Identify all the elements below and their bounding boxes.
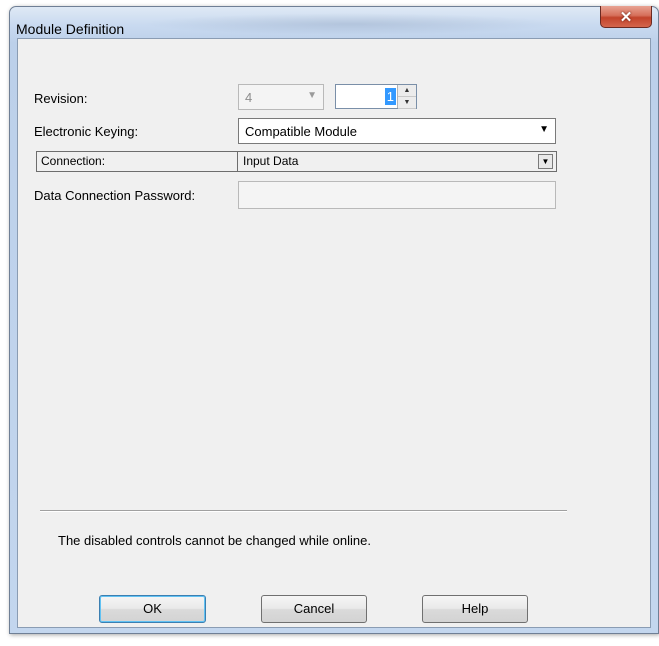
connection-value[interactable]: Input Data — [243, 154, 298, 168]
keying-value: Compatible Module — [245, 124, 358, 139]
connection-label: Connection: — [41, 154, 106, 168]
cancel-button[interactable]: Cancel — [261, 595, 367, 623]
revision-major-value: 4 — [245, 90, 253, 105]
connection-row[interactable]: Connection: Input Data ▼ — [36, 151, 557, 172]
column-divider — [237, 152, 238, 171]
keying-label: Electronic Keying: — [34, 124, 139, 139]
dialog-content: Revision: 4 ▼ 1 ▲ ▼ Electronic Keying: C… — [17, 38, 651, 628]
status-message: The disabled controls cannot be changed … — [58, 533, 371, 548]
chevron-down-icon: ▼ — [307, 90, 317, 101]
keying-select[interactable]: Compatible Module ▼ — [238, 118, 556, 144]
password-field — [238, 181, 556, 209]
spinner-buttons: ▲ ▼ — [397, 85, 416, 109]
password-label: Data Connection Password: — [34, 188, 196, 203]
revision-major-select: 4 ▼ — [238, 84, 324, 110]
module-definition-window: Module Definition ✕ Revision: 4 ▼ 1 ▲ ▼ … — [9, 6, 659, 634]
close-button[interactable]: ✕ — [600, 6, 652, 28]
separator-line — [40, 510, 567, 512]
revision-minor-value[interactable]: 1 — [384, 88, 396, 105]
revision-minor-spinner[interactable]: 1 ▲ ▼ — [335, 84, 417, 109]
spin-down-icon[interactable]: ▼ — [398, 97, 416, 109]
help-button[interactable]: Help — [422, 595, 528, 623]
dropdown-arrow-icon[interactable]: ▼ — [538, 154, 553, 169]
ok-button[interactable]: OK — [99, 595, 206, 623]
close-icon: ✕ — [619, 8, 633, 26]
revision-label: Revision: — [34, 91, 88, 106]
chevron-down-icon[interactable]: ▼ — [539, 124, 549, 135]
window-title: Module Definition — [16, 21, 125, 37]
spin-up-icon[interactable]: ▲ — [398, 85, 416, 97]
